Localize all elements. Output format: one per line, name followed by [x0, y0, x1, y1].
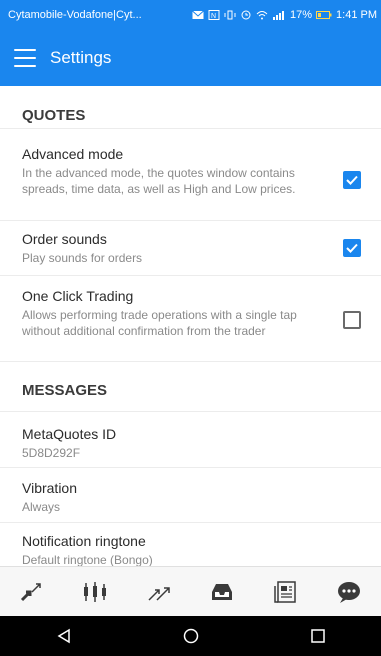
setting-title: Advanced mode: [22, 146, 124, 162]
setting-title: One Click Trading: [22, 288, 134, 304]
news-icon[interactable]: [266, 572, 306, 612]
clock: 1:41 PM: [336, 9, 377, 21]
setting-title: Order sounds: [22, 231, 107, 247]
setting-order-sounds[interactable]: Order sounds Play sounds for orders: [0, 220, 381, 275]
alarm-icon: [241, 10, 251, 20]
setting-vibration[interactable]: Vibration Always: [0, 467, 381, 522]
section-header-quotes: QUOTES: [22, 107, 86, 124]
mail-icon: [192, 10, 204, 19]
status-icons: N 17% 1:41 PM: [192, 9, 377, 21]
app-bar: Settings: [0, 30, 381, 86]
setting-description: 5D8D292F: [22, 446, 81, 460]
setting-description: Play sounds for orders: [22, 251, 143, 265]
status-bar: Cytamobile-Vodafone|Cyt... N 17% 1:41 PM: [0, 0, 381, 30]
setting-one-click-trading[interactable]: One Click Trading Allows performing trad…: [0, 275, 381, 361]
one-click-trading-checkbox[interactable]: [343, 311, 361, 329]
setting-notification-ringtone[interactable]: Notification ringtone Default ringtone (…: [0, 522, 381, 566]
back-icon[interactable]: [44, 621, 84, 651]
setting-title: Vibration: [22, 480, 78, 496]
home-icon[interactable]: [171, 621, 211, 651]
vibrate-icon: [224, 10, 236, 20]
setting-description: Default ringtone (Bongo): [22, 553, 153, 566]
system-nav-bar: [0, 616, 381, 656]
page-title: Settings: [50, 48, 112, 67]
section-header-messages: MESSAGES: [0, 361, 381, 403]
setting-title: MetaQuotes ID: [22, 426, 117, 442]
signal-icon: [273, 11, 284, 20]
advanced-mode-checkbox[interactable]: [343, 171, 361, 189]
wifi-icon: [256, 11, 268, 20]
setting-description: In the advanced mode, the quotes window …: [22, 166, 296, 196]
setting-advanced-mode[interactable]: Advanced mode In the advanced mode, the …: [0, 128, 381, 220]
battery-percent: 17%: [290, 9, 313, 21]
messages-icon[interactable]: [329, 572, 369, 612]
quotes-icon[interactable]: [12, 572, 52, 612]
setting-description: Always: [22, 500, 61, 514]
chart-icon[interactable]: [75, 572, 115, 612]
setting-description: Allows performing trade operations with …: [22, 308, 297, 338]
settings-list[interactable]: QUOTES Advanced mode In the advanced mod…: [0, 86, 381, 566]
order-sounds-checkbox[interactable]: [343, 239, 361, 257]
recents-icon[interactable]: [298, 621, 338, 651]
setting-metaquotes-id[interactable]: MetaQuotes ID 5D8D292F: [0, 411, 381, 467]
trade-icon[interactable]: [139, 572, 179, 612]
carrier-name: Cytamobile-Vodafone|Cyt...: [8, 9, 142, 21]
battery-icon: [316, 11, 332, 19]
nfc-icon: N: [208, 10, 220, 20]
bottom-tab-bar: [0, 566, 381, 616]
hamburger-menu-icon[interactable]: [14, 49, 36, 67]
svg-text:N: N: [211, 13, 216, 20]
history-icon[interactable]: [202, 572, 242, 612]
setting-title: Notification ringtone: [22, 533, 146, 549]
